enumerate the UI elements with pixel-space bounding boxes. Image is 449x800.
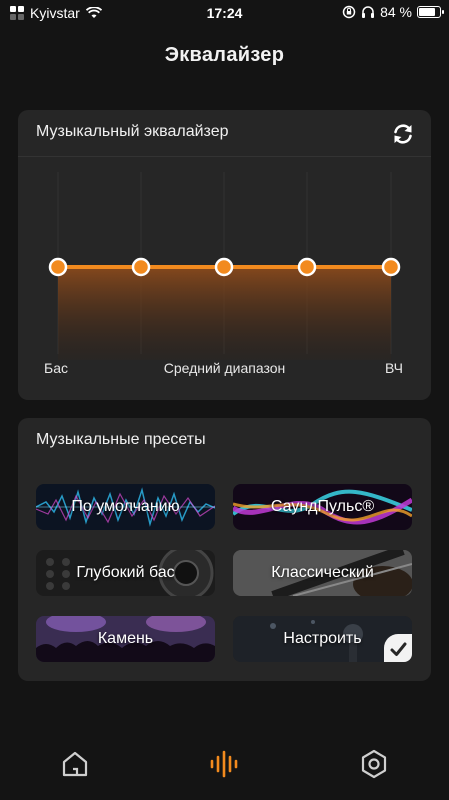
presets-card: Музыкальные пресеты По умолчанию СаундПу… <box>18 418 431 681</box>
preset-label: СаундПульс® <box>270 498 375 515</box>
nav-settings-button[interactable] <box>356 746 392 782</box>
status-bar: Kyivstar 17:24 84 % <box>0 0 449 26</box>
preset-rock[interactable]: Камень <box>36 616 215 662</box>
equalizer-graph[interactable] <box>18 160 431 360</box>
band-handle[interactable] <box>131 257 151 277</box>
preset-default[interactable]: По умолчанию <box>36 484 215 530</box>
band-handle[interactable] <box>48 257 68 277</box>
preset-soundpulse[interactable]: СаундПульс® <box>233 484 412 530</box>
bottom-nav <box>0 740 449 790</box>
equalizer-curve-fill <box>58 267 391 360</box>
band-handle[interactable] <box>381 257 401 277</box>
equalizer-title: Музыкальный эквалайзер <box>36 123 229 140</box>
selected-badge <box>384 634 412 662</box>
preset-classic[interactable]: Классический <box>233 550 412 596</box>
settings-icon <box>361 749 387 779</box>
headphones-icon <box>362 6 375 18</box>
preset-label: Классический <box>271 564 374 581</box>
checkmark-icon <box>390 642 407 656</box>
battery-icon <box>417 6 444 18</box>
treble-label: ВЧ <box>384 360 403 376</box>
preset-label: Настроить <box>283 630 362 647</box>
rotation-lock-icon <box>342 5 356 19</box>
preset-deep-bass[interactable]: Глубокий бас <box>36 550 215 596</box>
page-title: Эквалайзер <box>164 44 285 66</box>
preset-label: Глубокий бас <box>76 564 175 581</box>
nav-home-button[interactable] <box>57 746 93 782</box>
equalizer-icon <box>210 750 238 778</box>
home-icon <box>62 751 88 777</box>
nav-equalizer-button[interactable] <box>206 746 242 782</box>
band-handle[interactable] <box>297 257 317 277</box>
card-divider <box>18 156 431 157</box>
equalizer-card: Музыкальный эквалайзер Бас Средний диапа… <box>18 110 431 400</box>
band-handle[interactable] <box>214 257 234 277</box>
preset-label: По умолчанию <box>71 498 180 515</box>
preset-label: Камень <box>97 630 154 647</box>
preset-custom[interactable]: Настроить <box>233 616 412 662</box>
refresh-icon <box>394 124 412 144</box>
mid-label: Средний диапазон <box>163 360 286 376</box>
reset-button[interactable] <box>389 120 417 148</box>
battery-percent: 84 % <box>380 4 412 20</box>
presets-title: Музыкальные пресеты <box>36 431 206 448</box>
